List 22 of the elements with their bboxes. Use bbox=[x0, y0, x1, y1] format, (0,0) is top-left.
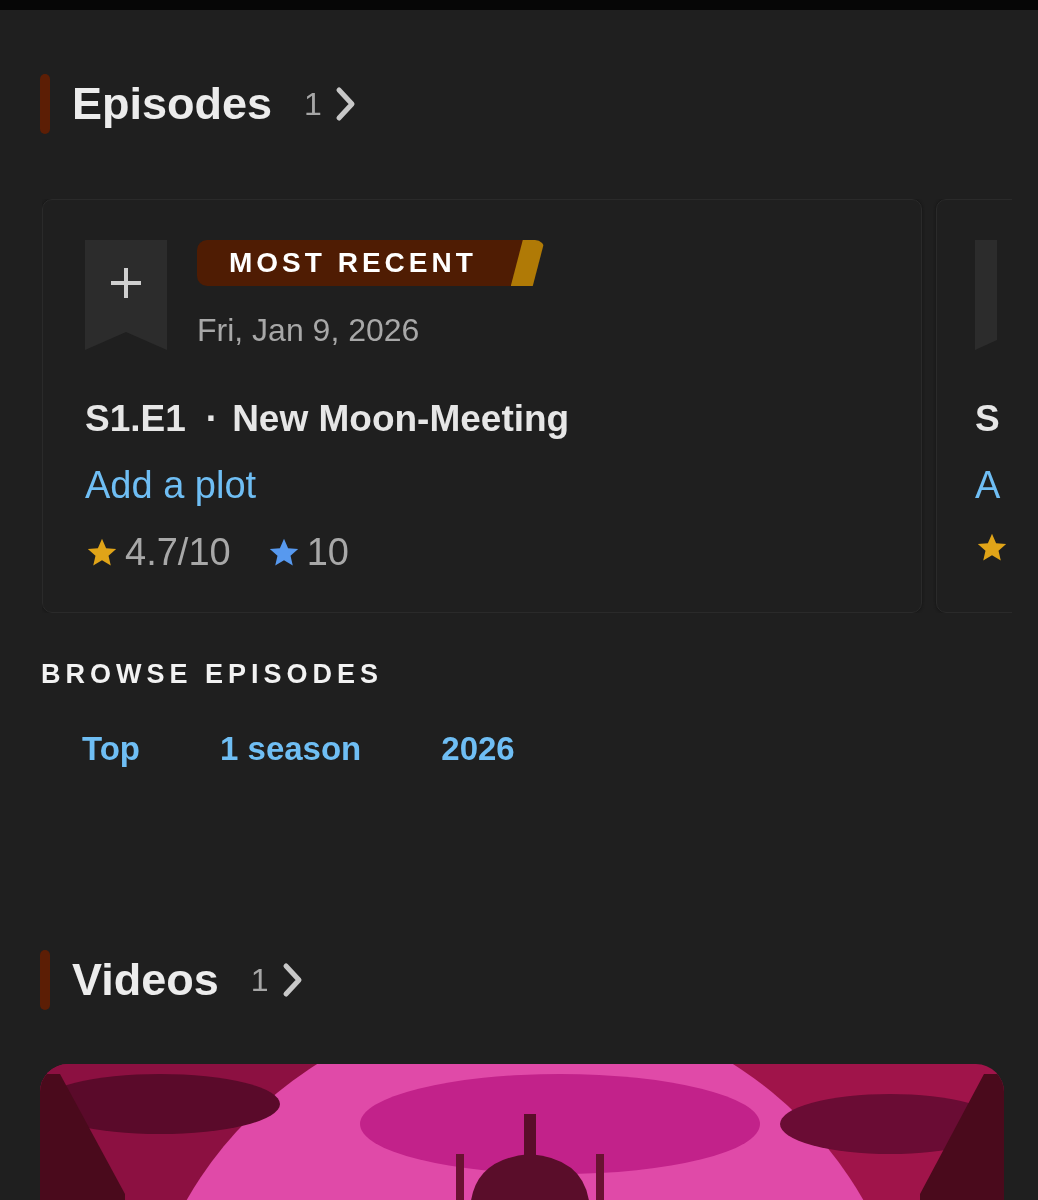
browse-link[interactable]: 2026 bbox=[441, 730, 515, 768]
add-bookmark-icon[interactable] bbox=[85, 240, 167, 350]
browse-link[interactable]: 1 season bbox=[220, 730, 362, 768]
section-title: Videos bbox=[72, 954, 219, 1006]
section-count: 1 bbox=[250, 961, 269, 999]
add-plot-link[interactable]: Add a plot bbox=[85, 464, 257, 507]
section-title: Episodes bbox=[72, 78, 273, 130]
episode-code: S1.E1 bbox=[85, 398, 186, 440]
add-plot-link[interactable]: A bbox=[975, 464, 1001, 507]
user-rating-value: 10 bbox=[306, 531, 349, 574]
section-accent-bar bbox=[40, 950, 50, 1010]
rating-value: 4.7/10 bbox=[125, 531, 231, 574]
episode-code: S bbox=[975, 398, 1000, 440]
episode-card[interactable]: S A bbox=[936, 199, 1012, 613]
section-count: 1 bbox=[304, 85, 322, 123]
episode-card[interactable]: MOST RECENT Fri, Jan 9, 2026 S1.E1 · New Moon-Meeting Add a plot 4.7/10 10 bbox=[42, 199, 922, 613]
episode-title[interactable]: New Moon-Meeting bbox=[232, 398, 570, 440]
section-accent-bar bbox=[40, 74, 50, 134]
air-date: Fri, Jan 9, 2026 bbox=[197, 312, 421, 349]
browse-episodes-heading: BROWSE EPISODES bbox=[41, 659, 385, 690]
browse-link[interactable]: Top bbox=[82, 730, 141, 768]
separator-dot: · bbox=[205, 398, 219, 440]
